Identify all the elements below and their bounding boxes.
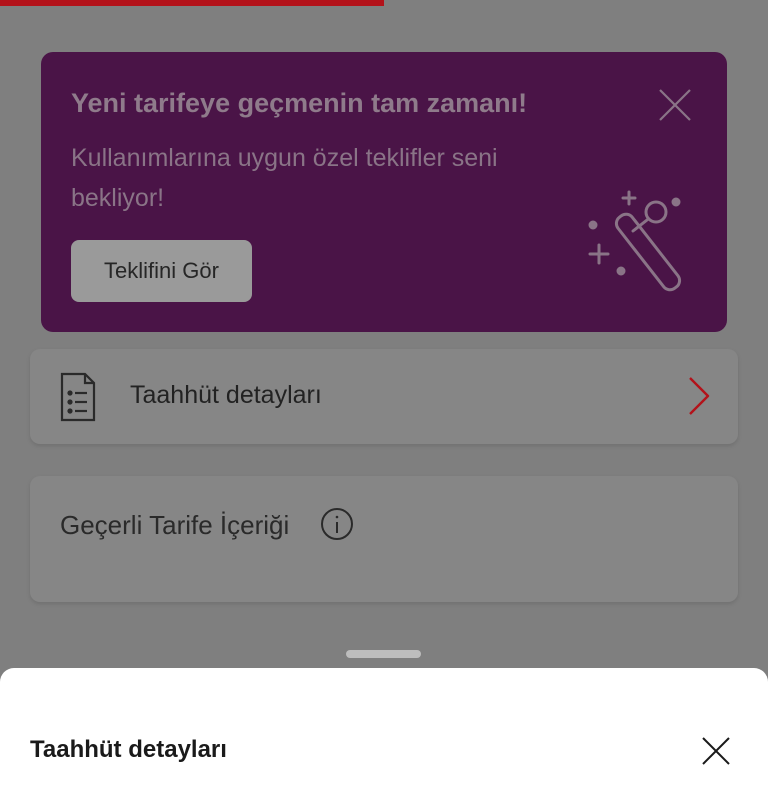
promo-text: Kullanımlarına uygun özel teklifler seni… xyxy=(71,144,498,212)
sheet-drag-handle[interactable] xyxy=(346,650,421,658)
promo-banner: Yeni tarifeye geçmenin tam zamanı! Kulla… xyxy=(41,52,727,332)
magic-wand-icon xyxy=(581,187,691,297)
loading-progress-bar xyxy=(0,0,384,6)
promo-title: Yeni tarifeye geçmenin tam zamanı! xyxy=(71,88,528,118)
info-icon[interactable] xyxy=(320,507,354,541)
sheet-close-icon[interactable] xyxy=(701,736,731,766)
sheet-title: Taahhüt detayları xyxy=(30,736,227,763)
chevron-right-icon xyxy=(686,375,712,417)
commitment-details-card[interactable]: Taahhüt detayları xyxy=(30,349,738,444)
current-tariff-label: Geçerli Tarife İçeriği xyxy=(60,510,290,540)
bottom-sheet: Taahhüt detayları xyxy=(0,668,768,788)
promo-close-icon[interactable] xyxy=(658,88,692,122)
commitment-details-label: Taahhüt detayları xyxy=(130,381,322,409)
document-list-icon xyxy=(59,371,97,423)
current-tariff-card[interactable]: Geçerli Tarife İçeriği xyxy=(30,476,738,602)
see-offer-button[interactable]: Teklifini Gör xyxy=(71,240,252,302)
